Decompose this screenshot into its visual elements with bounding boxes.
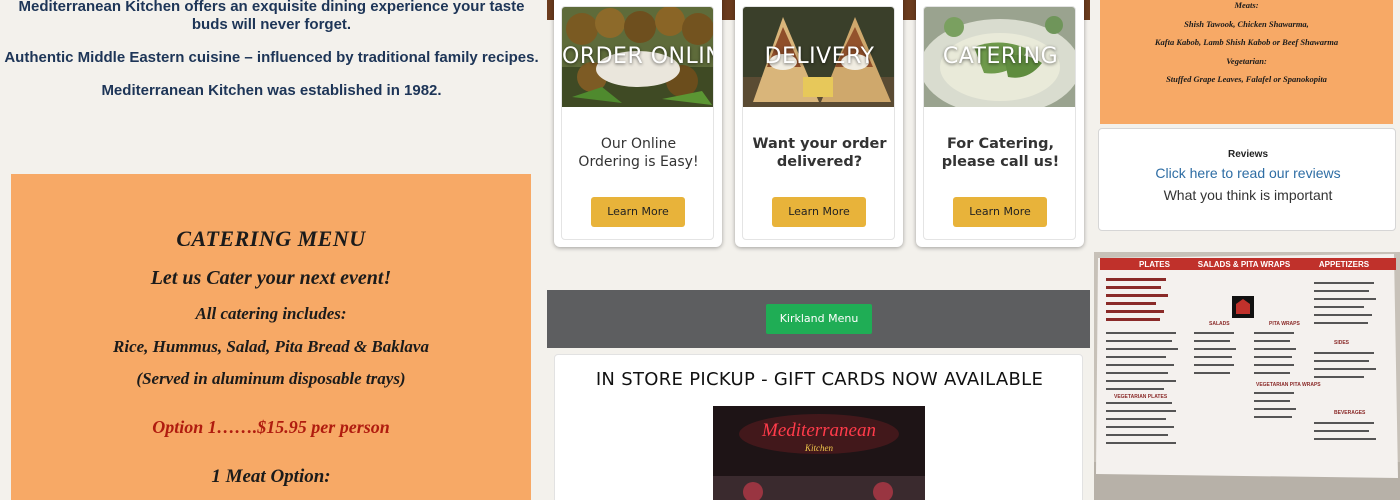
catering-option-1-price: Option 1…….$15.95 per person <box>152 417 390 437</box>
reviews-note: What you think is important <box>1163 187 1333 203</box>
catering-served-note: (Served in aluminum disposable trays) <box>136 369 406 388</box>
card-photo-label: CATERING <box>942 44 1059 69</box>
menu-sub-beverages: BEVERAGES <box>1334 410 1366 416</box>
vegetarian-label: Vegetarian: <box>1226 56 1267 66</box>
catering-includes-label: All catering includes: <box>195 304 347 323</box>
sign-text: Mediterranean <box>761 420 876 441</box>
card-description: Want your order delivered? <box>743 135 894 171</box>
order-online-learn-more-button[interactable]: Learn More <box>591 197 685 227</box>
menu-board-photo: PLATES SALADS & PITA WRAPS APPETIZERS SA… <box>1094 252 1400 500</box>
kirkland-menu-button[interactable]: Kirkland Menu <box>766 304 872 334</box>
about-cuisine-text: Authentic Middle Eastern cuisine – influ… <box>4 49 539 66</box>
catering-includes-items: Rice, Hummus, Salad, Pita Bread & Baklav… <box>113 337 429 356</box>
catering-menu-title: CATERING MENU <box>176 226 366 251</box>
pickup-section: IN STORE PICKUP - GIFT CARDS NOW AVAILAB… <box>547 348 1090 500</box>
meats-line: Kafta Kabob, Lamb Shish Kabob or Beef Sh… <box>1154 37 1339 47</box>
card-desc-line: Our Online <box>600 136 677 152</box>
card-desc-line: delivered? <box>776 154 863 170</box>
card-description: For Catering, please call us! <box>924 135 1075 171</box>
wrap-sandwich-photo: DELIVERY <box>743 7 894 107</box>
catering-meat-option: 1 Meat Option: <box>211 466 331 487</box>
catering-learn-more-button[interactable]: Learn More <box>953 197 1047 227</box>
storefront-sign-photo: Mediterranean Kitchen <box>713 406 925 500</box>
service-cards-section: ORDER ONLINE Our Online Ordering is Easy… <box>547 0 1090 290</box>
card-delivery: DELIVERY Want your order delivered? Lear… <box>735 0 903 247</box>
kirkland-menu-band: Kirkland Menu <box>547 290 1090 348</box>
dip-platter-photo: CATERING <box>924 7 1075 107</box>
menu-sub-sides: SIDES <box>1334 340 1350 346</box>
card-inner: CATERING For Catering, please call us! L… <box>923 6 1076 240</box>
about-section: Mediterranean Kitchen offers an exquisit… <box>0 0 543 174</box>
card-description: Our Online Ordering is Easy! <box>562 135 713 171</box>
card-inner: DELIVERY Want your order delivered? Lear… <box>742 6 895 240</box>
menu-sub-veg-pita: VEGETARIAN PITA WRAPS <box>1256 382 1321 388</box>
catering-menu-snippet: Meats: Shish Tawook, Chicken Shawarma, K… <box>1100 0 1393 124</box>
menu-sub-pita: PITA WRAPS <box>1269 321 1300 327</box>
meats-label: Meats: <box>1234 0 1259 10</box>
pickup-title: IN STORE PICKUP - GIFT CARDS NOW AVAILAB… <box>595 369 1044 390</box>
menu-heading-appetizers: APPETIZERS <box>1319 260 1370 269</box>
card-desc-line: Want your order <box>752 136 887 152</box>
about-intro-text: Mediterranean Kitchen offers an exquisit… <box>18 0 525 33</box>
card-order-online: ORDER ONLINE Our Online Ordering is Easy… <box>554 0 722 247</box>
menu-sub-veg-plates: VEGETARIAN PLATES <box>1114 394 1168 400</box>
read-reviews-link[interactable]: Click here to read our reviews <box>1099 165 1397 181</box>
vegetarian-line: Stuffed Grape Leaves, Falafel or Spanoko… <box>1166 74 1327 84</box>
card-desc-line: For Catering, <box>946 136 1054 152</box>
sign-subtext: Kitchen <box>804 443 833 453</box>
card-desc-line: Ordering is Easy! <box>578 154 699 170</box>
card-desc-line: please call us! <box>941 154 1060 170</box>
catering-menu-subtitle: Let us Cater your next event! <box>150 267 392 289</box>
pickup-box: IN STORE PICKUP - GIFT CARDS NOW AVAILAB… <box>554 354 1083 500</box>
reviews-box: Reviews Click here to read our reviews W… <box>1098 128 1396 231</box>
menu-heading-salads: SALADS & PITA WRAPS <box>1198 260 1291 269</box>
card-photo-label: ORDER ONLINE <box>562 44 713 69</box>
reviews-title: Reviews <box>1227 149 1269 160</box>
card-photo-label: DELIVERY <box>764 44 875 69</box>
card-inner: ORDER ONLINE Our Online Ordering is Easy… <box>561 6 714 240</box>
falafel-photo: ORDER ONLINE <box>562 7 713 107</box>
about-established-text: Mediterranean Kitchen was established in… <box>101 82 442 99</box>
delivery-learn-more-button[interactable]: Learn More <box>772 197 866 227</box>
menu-sub-salads: SALADS <box>1209 321 1230 327</box>
meats-line: Shish Tawook, Chicken Shawarma, <box>1184 19 1309 29</box>
card-catering: CATERING For Catering, please call us! L… <box>916 0 1084 247</box>
catering-menu-panel: CATERING MENU Let us Cater your next eve… <box>11 174 531 500</box>
menu-heading-plates: PLATES <box>1139 260 1171 269</box>
